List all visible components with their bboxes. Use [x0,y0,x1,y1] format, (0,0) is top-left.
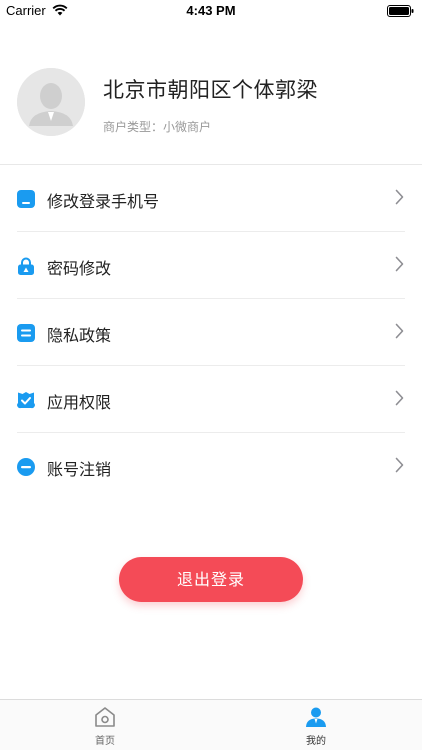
chevron-right-icon [395,390,404,406]
menu-item-label: 应用权限 [47,393,112,412]
status-bar: Carrier 4:43 PM [0,0,422,22]
clock: 4:43 PM [186,3,236,18]
tab-label: 我的 [306,736,326,747]
menu-item-label: 账号注销 [47,460,112,479]
shield-check-icon [17,392,35,409]
lock-icon [18,257,34,275]
user-icon [306,707,326,727]
menu-item-label: 修改登录手机号 [47,192,160,211]
chevron-right-icon [395,256,404,272]
menu-item-label: 密码修改 [47,259,112,278]
phone-icon [17,190,35,208]
minus-circle-icon [17,458,35,476]
home-icon [95,707,115,727]
tab-label: 首页 [95,736,115,747]
battery-icon [387,5,414,17]
merchant-type: 商户类型：小微商户 [103,120,212,134]
menu-item-delete-account[interactable]: 账号注销 [0,433,422,500]
default-user-icon [17,68,85,136]
settings-menu: 修改登录手机号 密码修改 隐私政策 应用权限 账号注销 [0,165,422,500]
menu-item-app-permissions[interactable]: 应用权限 [0,366,422,433]
menu-item-privacy-policy[interactable]: 隐私政策 [0,299,422,366]
chevron-right-icon [395,323,404,339]
merchant-name: 北京市朝阳区个体郭梁 [103,78,318,102]
menu-item-change-password[interactable]: 密码修改 [0,232,422,299]
logout-button[interactable]: 退出登录 [119,557,303,602]
chevron-right-icon [395,457,404,473]
tab-home[interactable]: 首页 [55,700,155,750]
avatar[interactable] [17,68,85,136]
menu-item-change-phone[interactable]: 修改登录手机号 [0,165,422,232]
document-icon [17,324,35,342]
menu-item-label: 隐私政策 [47,326,112,345]
chevron-right-icon [395,189,404,205]
tab-mine[interactable]: 我的 [266,700,366,750]
tab-bar: 首页 我的 [0,699,422,750]
